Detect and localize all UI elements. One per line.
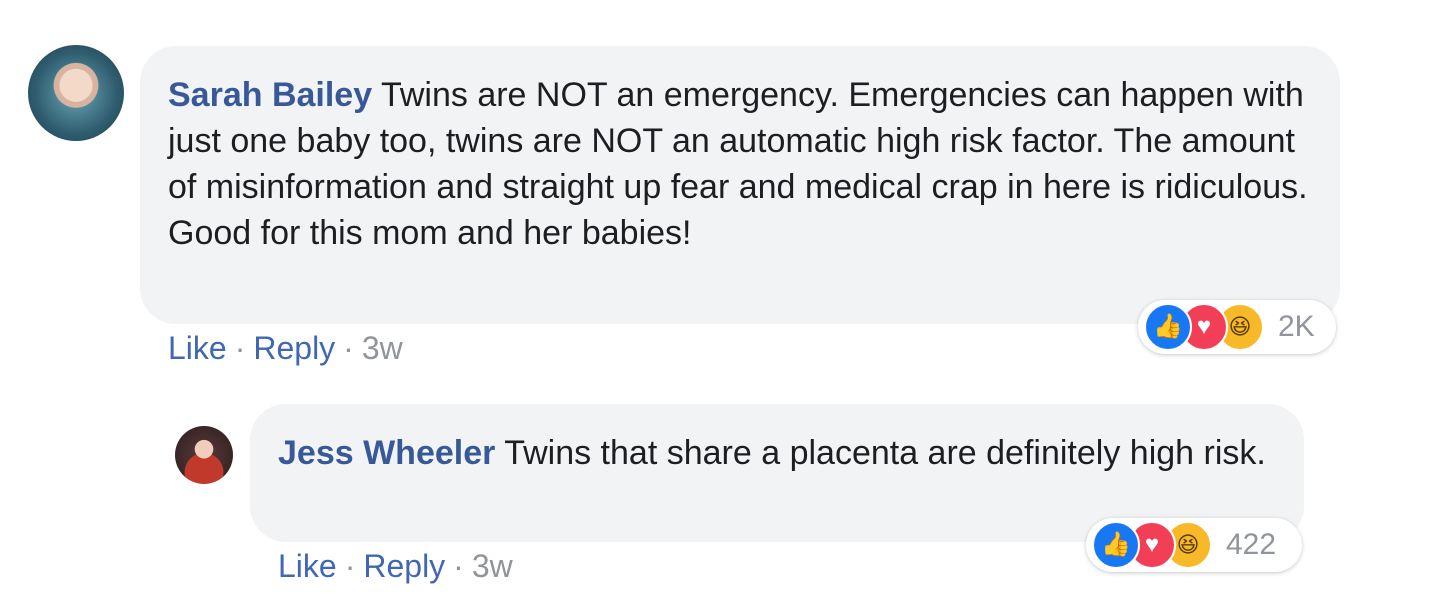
reactions-summary[interactable]: 👍 ♥ 😆 2K xyxy=(1138,300,1336,354)
separator: · xyxy=(344,548,356,584)
reply-actions: Like · Reply · 3w xyxy=(278,548,513,585)
like-icon: 👍 xyxy=(1092,521,1140,569)
reaction-count: 422 xyxy=(1226,528,1277,561)
reply-text-block: Jess Wheeler Twins that share a placenta… xyxy=(278,430,1288,476)
reply-author-link[interactable]: Jess Wheeler xyxy=(278,434,495,472)
like-icon: 👍 xyxy=(1144,303,1192,351)
reactions-summary[interactable]: 👍 ♥ 😆 422 xyxy=(1086,518,1302,572)
timestamp-link[interactable]: 3w xyxy=(472,548,513,584)
separator: · xyxy=(234,330,246,366)
reaction-count: 2K xyxy=(1278,310,1315,343)
comment-author-link[interactable]: Sarah Bailey xyxy=(168,76,372,114)
reply-link[interactable]: Reply xyxy=(363,548,445,584)
avatar-jess-wheeler[interactable] xyxy=(175,426,233,484)
reply-link[interactable]: Reply xyxy=(253,330,335,366)
separator: · xyxy=(453,548,464,584)
like-link[interactable]: Like xyxy=(278,548,337,584)
reply-text: Twins that share a placenta are definite… xyxy=(504,434,1266,472)
comment-bubble: Sarah Bailey Twins are NOT an emergency.… xyxy=(140,46,1340,324)
comment-actions: Like · Reply · 3w xyxy=(168,330,403,367)
avatar-sarah-bailey[interactable] xyxy=(28,45,124,141)
timestamp-link[interactable]: 3w xyxy=(362,330,403,366)
like-link[interactable]: Like xyxy=(168,330,227,366)
comment-text-block: Sarah Bailey Twins are NOT an emergency.… xyxy=(168,72,1318,256)
separator: · xyxy=(343,330,354,366)
